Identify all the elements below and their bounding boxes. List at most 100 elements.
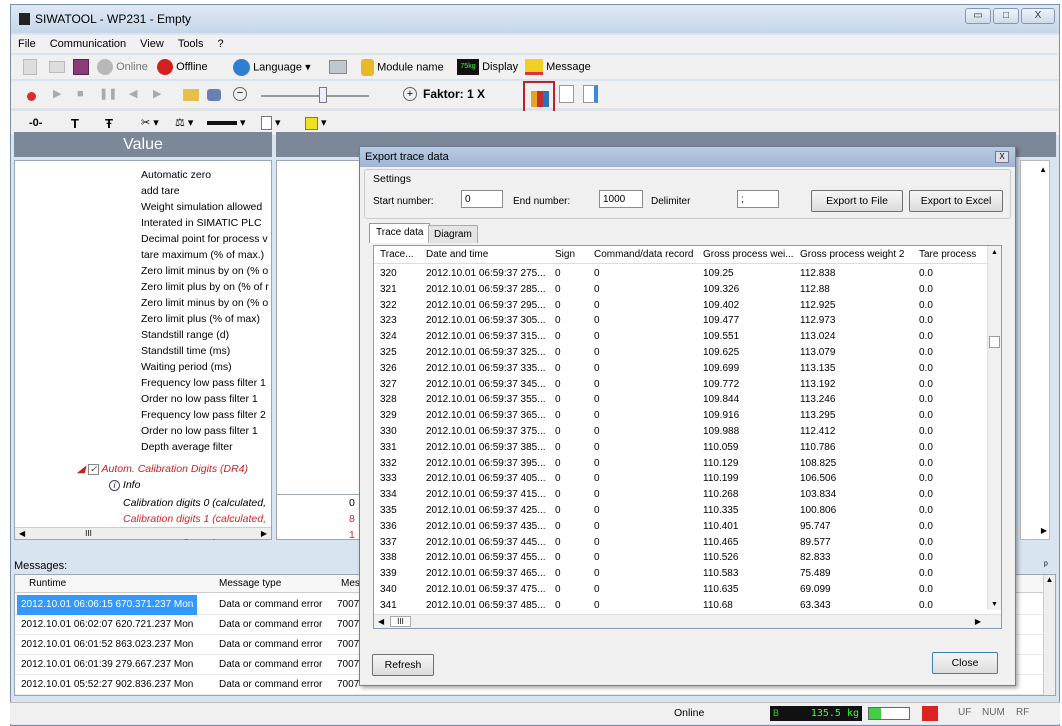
- trace-row[interactable]: 331 2012.10.01 06:59:37 385... 0 0 110.059 11…: [374, 440, 984, 456]
- group-autom-calibration[interactable]: ◢ ✓ Autom. Calibration Digits (DR4): [77, 463, 248, 475]
- color-icon[interactable]: ▾: [305, 115, 327, 132]
- property-row[interactable]: Zero limit plus by on (% of r: [15, 279, 271, 295]
- start-number-input[interactable]: [461, 190, 503, 208]
- property-row[interactable]: Standstill range (d): [15, 327, 271, 343]
- menu-help[interactable]: ?: [211, 35, 231, 53]
- export-to-file-button[interactable]: Export to File: [811, 190, 903, 212]
- property-row[interactable]: tare maximum (% of max.): [15, 247, 271, 263]
- export-to-excel-button[interactable]: Export to Excel: [909, 190, 1003, 212]
- trace-row[interactable]: 334 2012.10.01 06:59:37 415... 0 0 110.268 10…: [374, 487, 984, 503]
- property-row[interactable]: Decimal point for process v: [15, 231, 271, 247]
- left-hscrollbar[interactable]: ◀ III ▶: [15, 527, 271, 539]
- step-back-icon[interactable]: ◀: [129, 86, 137, 103]
- right-scroll-area[interactable]: ▲ ▶: [1020, 160, 1050, 540]
- offline-button[interactable]: Offline: [157, 59, 208, 76]
- play-icon[interactable]: ▶: [53, 86, 61, 103]
- maximize-button[interactable]: □: [993, 8, 1019, 24]
- document-icon[interactable]: ▾: [261, 115, 281, 132]
- delimiter-input[interactable]: [737, 190, 779, 208]
- zoom-in-icon[interactable]: +: [403, 86, 417, 103]
- col-date-time[interactable]: Date and time: [426, 246, 488, 264]
- trace-row[interactable]: 337 2012.10.01 06:59:37 445... 0 0 110.465 89…: [374, 535, 984, 551]
- dialog-close-icon[interactable]: X: [995, 151, 1009, 163]
- trace-row[interactable]: 332 2012.10.01 06:59:37 395... 0 0 110.129 10…: [374, 456, 984, 472]
- trace-row[interactable]: 341 2012.10.01 06:59:37 485... 0 0 110.68 63.…: [374, 598, 984, 614]
- property-row[interactable]: Interated in SIMATIC PLC: [15, 215, 271, 231]
- trace-row[interactable]: 335 2012.10.01 06:59:37 425... 0 0 110.335 10…: [374, 503, 984, 519]
- grid-scroll-up-icon[interactable]: ▲: [988, 249, 1001, 256]
- pause-icon[interactable]: ❚❚: [99, 86, 117, 103]
- property-row[interactable]: Weight simulation allowed: [15, 199, 271, 215]
- menu-communication[interactable]: Communication: [43, 35, 133, 53]
- messages-vscrollbar[interactable]: ▲: [1043, 575, 1055, 695]
- property-row[interactable]: Zero limit minus by on (% o: [15, 263, 271, 279]
- trace-row[interactable]: 338 2012.10.01 06:59:37 455... 0 0 110.526 82…: [374, 550, 984, 566]
- property-row[interactable]: Waiting period (ms): [15, 359, 271, 375]
- menu-file[interactable]: File: [11, 35, 43, 53]
- save-icon[interactable]: [73, 59, 89, 76]
- trace-row[interactable]: 340 2012.10.01 06:59:37 475... 0 0 110.635 69…: [374, 582, 984, 598]
- property-row[interactable]: Zero limit plus (% of max): [15, 311, 271, 327]
- trace-row[interactable]: 330 2012.10.01 06:59:37 375... 0 0 109.988 11…: [374, 424, 984, 440]
- grid-scroll-right-icon[interactable]: ▶: [975, 615, 981, 628]
- trace-row[interactable]: 321 2012.10.01 06:59:37 285... 0 0 109.326 11…: [374, 282, 984, 298]
- tab-trace-data[interactable]: Trace data: [369, 223, 431, 243]
- property-row[interactable]: Order no low pass filter 1: [15, 423, 271, 439]
- col-gross1[interactable]: Gross process wei...: [703, 246, 794, 264]
- info-row[interactable]: i Info: [109, 479, 140, 491]
- online-button[interactable]: Online: [97, 59, 148, 76]
- grid-scroll-down-icon[interactable]: ▼: [988, 601, 1001, 608]
- col-message-type[interactable]: Message type: [219, 575, 281, 593]
- refresh-button[interactable]: Refresh: [372, 654, 434, 676]
- scroll-up-icon[interactable]: ▲: [1039, 165, 1047, 174]
- trace-row[interactable]: 327 2012.10.01 06:59:37 345... 0 0 109.772 11…: [374, 377, 984, 393]
- grid-hscrollbar[interactable]: ◀ III ▶: [374, 614, 1001, 628]
- property-row[interactable]: Automatic zero: [15, 167, 271, 183]
- end-number-input[interactable]: [599, 190, 643, 208]
- trace-row[interactable]: 328 2012.10.01 06:59:37 355... 0 0 109.844 11…: [374, 392, 984, 408]
- menu-tools[interactable]: Tools: [171, 35, 211, 53]
- pin-icon[interactable]: ᵖ: [1044, 560, 1048, 571]
- property-row[interactable]: Depth average filter: [15, 439, 271, 455]
- tools-icon[interactable]: ✂ ▾: [141, 115, 159, 132]
- menu-view[interactable]: View: [133, 35, 171, 53]
- col-sign[interactable]: Sign: [555, 246, 575, 264]
- new-file-icon[interactable]: [23, 59, 37, 76]
- grid-scroll-thumb[interactable]: [989, 336, 1000, 348]
- property-row[interactable]: Frequency low pass filter 1: [15, 375, 271, 391]
- col-command[interactable]: Command/data record: [594, 246, 694, 264]
- property-row[interactable]: add tare: [15, 183, 271, 199]
- line-style-icon[interactable]: ▾: [207, 115, 246, 132]
- value-column-header[interactable]: Value: [14, 132, 272, 157]
- calibration-row[interactable]: Calibration digits 0 (calculated,: [15, 495, 271, 511]
- module-name-button[interactable]: Module name: [361, 59, 444, 76]
- open-folder-icon[interactable]: [49, 59, 65, 76]
- open-trace-icon[interactable]: [183, 87, 199, 104]
- tab-diagram[interactable]: Diagram: [428, 225, 478, 243]
- trace-row[interactable]: 339 2012.10.01 06:59:37 465... 0 0 110.583 75…: [374, 566, 984, 582]
- export-icon[interactable]: [583, 85, 598, 103]
- property-row[interactable]: Standstill time (ms): [15, 343, 271, 359]
- page-icon[interactable]: [559, 85, 574, 103]
- property-row[interactable]: Zero limit minus by on (% o: [15, 295, 271, 311]
- col-runtime[interactable]: Runtime: [29, 575, 66, 593]
- stop-icon[interactable]: ■: [77, 86, 84, 103]
- connect-icon[interactable]: [207, 87, 221, 104]
- trace-row[interactable]: 326 2012.10.01 06:59:37 335... 0 0 109.699 11…: [374, 361, 984, 377]
- trace-row[interactable]: 325 2012.10.01 06:59:37 325... 0 0 109.625 11…: [374, 345, 984, 361]
- slider-thumb[interactable]: [319, 87, 327, 103]
- message-button[interactable]: Message: [525, 59, 591, 76]
- grid-scroll-left-icon[interactable]: ◀: [378, 617, 384, 626]
- display-button[interactable]: 75kg Display: [457, 59, 518, 76]
- trace-row[interactable]: 329 2012.10.01 06:59:37 365... 0 0 109.916 11…: [374, 408, 984, 424]
- trace-row[interactable]: 336 2012.10.01 06:59:37 435... 0 0 110.401 95…: [374, 519, 984, 535]
- trace-row[interactable]: 320 2012.10.01 06:59:37 275... 0 0 109.25 112…: [374, 266, 984, 282]
- col-tare[interactable]: Tare process: [919, 246, 976, 264]
- col-gross2[interactable]: Gross process weight 2: [800, 246, 905, 264]
- group-checkbox[interactable]: ✓: [88, 463, 99, 475]
- trace-row[interactable]: 324 2012.10.01 06:59:37 315... 0 0 109.551 11…: [374, 329, 984, 345]
- close-button[interactable]: Close: [932, 652, 998, 674]
- property-row[interactable]: Frequency low pass filter 2: [15, 407, 271, 423]
- grid-vscrollbar[interactable]: ▲ ▼: [987, 246, 1001, 610]
- language-button[interactable]: Language ▾: [233, 59, 311, 76]
